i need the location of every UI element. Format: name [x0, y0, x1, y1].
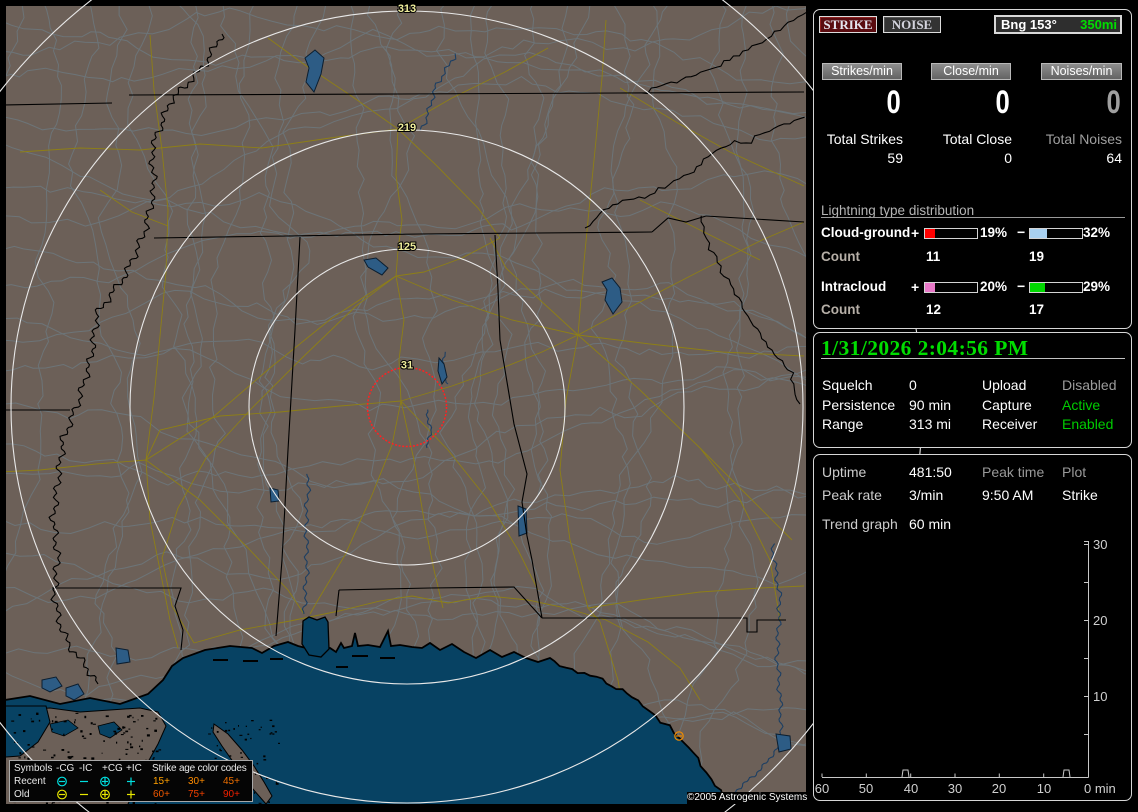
svg-text:125: 125: [398, 241, 416, 253]
svg-text:60: 60: [815, 781, 829, 796]
svg-text:0 min: 0 min: [1084, 781, 1116, 796]
svg-text:50: 50: [859, 781, 873, 796]
svg-text:20: 20: [1093, 613, 1107, 628]
svg-text:10: 10: [1037, 781, 1051, 796]
svg-text:30: 30: [948, 781, 962, 796]
svg-text:30: 30: [1093, 537, 1107, 552]
svg-text:313: 313: [398, 3, 416, 15]
svg-text:219: 219: [398, 122, 416, 134]
svg-text:31: 31: [401, 359, 413, 371]
svg-text:10: 10: [1093, 689, 1107, 704]
svg-text:20: 20: [992, 781, 1006, 796]
svg-text:40: 40: [904, 781, 918, 796]
